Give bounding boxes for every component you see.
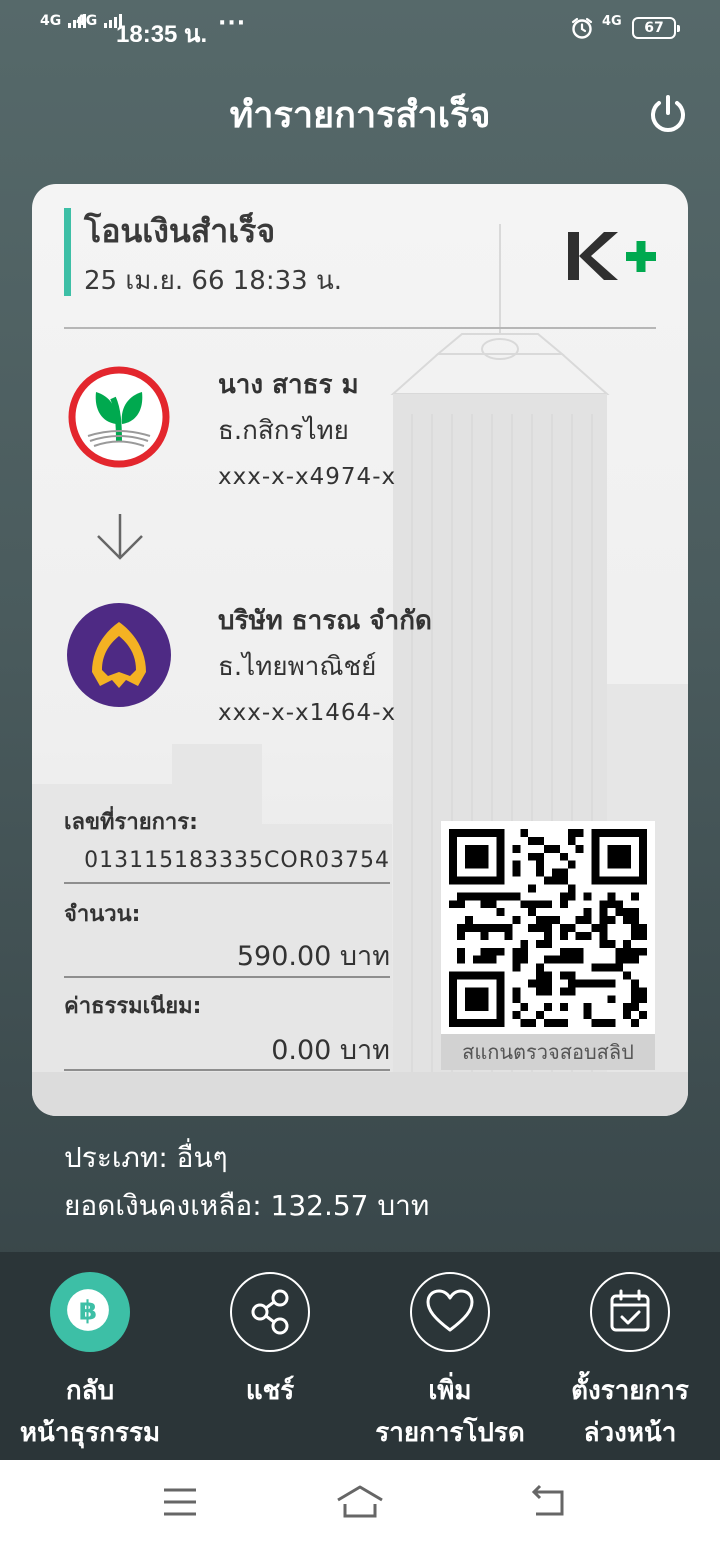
sender-bank: ธ.กสิกรไทย [218,416,349,446]
notification-dots: ··· [218,11,247,36]
sender-info: นาง สาธร ม ธ.กสิกรไทย xxx-x-x4974-x [218,370,396,492]
menu-icon[interactable] [162,1484,198,1520]
page-title: ทำรายการสำเร็จ [229,95,491,136]
share-button[interactable]: แชร์ [180,1272,360,1412]
svg-text:฿: ฿ [79,1296,98,1327]
schedule-transfer-button[interactable]: ตั้งรายการ ล่วงหน้า [540,1272,720,1454]
detail-divider [64,882,390,884]
slip-title: โอนเงินสำเร็จ [84,212,276,250]
clock: 18:35 น. [116,21,208,48]
kplus-logo [568,232,656,280]
baht-icon: ฿ [50,1272,130,1352]
receiver-info: บริษัท ธารณ จำกัด ธ.ไทยพาณิชย์ xxx-x-x14… [218,606,432,728]
amount-value: 590.00 บาท [236,941,390,972]
network-type-label: 4G [76,13,98,29]
detail-divider [64,1069,390,1071]
network-type-label: 4G [40,13,62,29]
status-bar: 4G 4G 18:35 น. ··· 4G 67 [0,0,720,58]
qr-code-image [449,829,647,1027]
battery-indicator: 67 [632,17,680,39]
home-icon[interactable] [336,1484,384,1520]
sender-name: นาง สาธร ม [218,370,359,400]
header-divider [64,327,656,329]
receiver-name: บริษัท ธารณ จำกัด [218,606,432,636]
fee-value: 0.00 บาท [271,1035,390,1066]
receiver-account: xxx-x-x1464-x [218,700,397,726]
heart-icon [410,1272,490,1352]
sender-account: xxx-x-x4974-x [218,464,397,490]
kasikorn-bank-logo [68,366,170,468]
share-icon [230,1272,310,1352]
add-favorite-button[interactable]: เพิ่ม รายการโปรด [360,1272,540,1454]
amount-label: จำนวน: [64,902,141,927]
power-icon[interactable] [646,92,690,136]
receiver-bank: ธ.ไทยพาณิชย์ [218,652,377,682]
reference-label: เลขที่รายการ: [64,810,198,835]
title-accent-bar [64,208,71,296]
arrow-down-icon [97,514,143,560]
calendar-check-icon [590,1272,670,1352]
app-screen: 4G 4G 18:35 น. ··· 4G 67 ทำรายการสำเร็จ [0,0,720,1544]
action-label: เพิ่ม รายการโปรด [375,1376,525,1448]
action-label: แชร์ [245,1376,295,1406]
alarm-icon [571,17,593,39]
system-navigation-bar [0,1460,720,1544]
qr-caption: สแกนตรวจสอบสลิป [441,1034,655,1070]
transfer-slip-card: โอนเงินสำเร็จ 25 เม.ย. 66 18:33 น. นาง ส… [32,184,688,1116]
back-to-transactions-button[interactable]: ฿ กลับ หน้าธุรกรรม [0,1272,180,1454]
detail-divider [64,976,390,978]
slip-datetime: 25 เม.ย. 66 18:33 น. [84,266,342,296]
card-footer [32,1072,688,1116]
scb-bank-logo [67,603,171,707]
action-label: กลับ หน้าธุรกรรม [19,1376,161,1448]
fee-label: ค่าธรรมเนียม: [64,994,202,1019]
verification-qr-code[interactable] [441,821,655,1035]
action-label: ตั้งรายการ ล่วงหน้า [571,1376,689,1448]
back-icon[interactable] [528,1484,568,1520]
mobile-data-indicator: 4G [602,14,622,29]
transaction-type: ประเภท: อื่นๆ [64,1141,228,1174]
remaining-balance: ยอดเงินคงเหลือ: 132.57 บาท [64,1189,430,1222]
reference-number: 013115183335COR03754 [84,848,390,873]
action-bar: ฿ กลับ หน้าธุรกรรม แชร์ เพิ่ม รายการโปรด… [0,1252,720,1460]
